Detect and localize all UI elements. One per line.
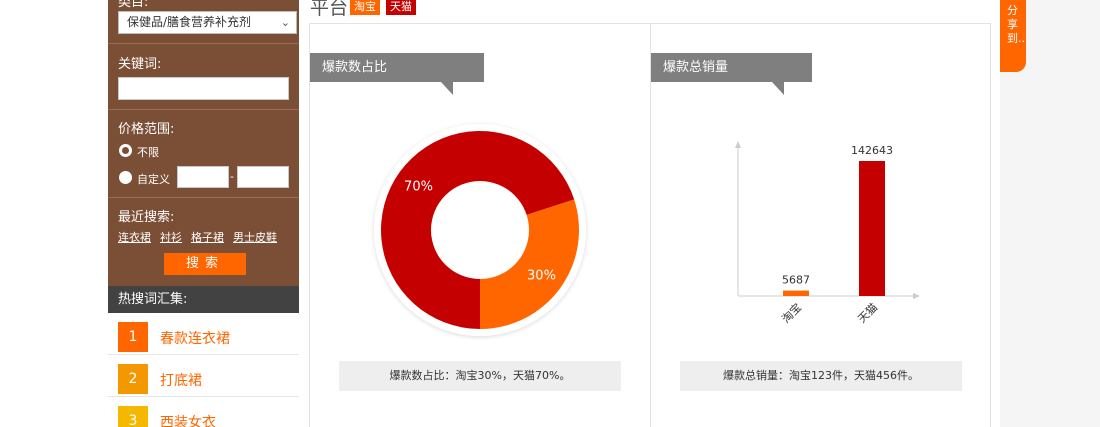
search-button[interactable]: 搜索 — [164, 253, 246, 275]
price-dash: - — [230, 170, 234, 183]
price-any-radio[interactable] — [119, 144, 132, 157]
rank-badge: 2 — [118, 364, 148, 394]
recent-search-link[interactable]: 衬衫 — [160, 231, 182, 244]
price-range-label: 价格范围: — [118, 122, 175, 137]
page-root: 类目: 保健品/膳食营养补充剂 ⌄ 关键词: 价格范围: 不限 自定义 - 最近… — [0, 0, 1100, 427]
hot-keywords-list: 1 春款连衣裙 2 打底裙 3 西装女衣 — [108, 313, 299, 427]
x-tick-label: 天猫 — [855, 301, 880, 326]
keyword-input[interactable] — [118, 77, 289, 100]
panel-tab-share-ratio: 爆款数占比 — [310, 53, 484, 82]
share-label: 分享到... — [1007, 4, 1029, 45]
x-tick-label: 淘宝 — [779, 300, 804, 325]
price-any-label: 不限 — [137, 146, 159, 159]
rank-badge: 1 — [118, 322, 148, 352]
taobao-tag[interactable]: 淘宝 — [350, 0, 380, 15]
category-label: 类目: — [118, 0, 149, 10]
recent-search-label: 最近搜索: — [118, 210, 175, 225]
pie-slice-label: 30% — [527, 269, 556, 284]
divider — [108, 197, 299, 198]
hot-keyword-text[interactable]: 春款连衣裙 — [160, 328, 230, 348]
bar-value-label: 5687 — [782, 274, 810, 287]
recent-search-link[interactable]: 格子裙 — [191, 231, 224, 244]
share-ratio-donut-chart: 30% 70% — [374, 124, 586, 336]
panel-tab-total-sales: 爆款总销量 — [651, 53, 812, 82]
divider — [108, 109, 299, 110]
recent-search-link[interactable]: 男士皮鞋 — [233, 231, 277, 244]
share-ratio-caption: 爆款数占比：淘宝30%，天猫70%。 — [339, 361, 621, 391]
keyword-label: 关键词: — [118, 57, 162, 72]
bar-1 — [783, 290, 809, 296]
hot-keyword-item[interactable]: 3 西装女衣 — [108, 397, 299, 427]
search-sidebar: 类目: 保健品/膳食营养补充剂 ⌄ 关键词: 价格范围: 不限 自定义 - 最近… — [108, 0, 299, 427]
y-axis-arrow — [735, 141, 741, 148]
hot-keyword-item[interactable]: 2 打底裙 — [108, 355, 299, 397]
bar-value-label: 142643 — [851, 144, 893, 157]
price-custom-label: 自定义 — [137, 173, 170, 186]
recent-search-link[interactable]: 连衣裙 — [118, 231, 151, 244]
price-max-input[interactable] — [237, 166, 289, 188]
hot-keyword-text[interactable]: 打底裙 — [160, 370, 202, 390]
total-sales-bar-chart: 5687 淘宝 142643 天猫 — [735, 141, 920, 326]
chevron-down-icon: ⌄ — [280, 16, 290, 29]
category-select[interactable]: 保健品/膳食营养补充剂 ⌄ — [118, 11, 297, 34]
pie-slice-label: 70% — [404, 179, 433, 194]
rank-badge: 3 — [118, 406, 148, 427]
x-axis-arrow — [913, 293, 920, 299]
hot-keywords-title: 热搜词汇集: — [108, 286, 299, 313]
tab-pointer — [772, 82, 784, 95]
total-sales-caption: 爆款总销量：淘宝123件，天猫456件。 — [680, 361, 962, 391]
donut-hole — [431, 181, 529, 279]
page-title: 平台 — [310, 0, 349, 19]
bar-2 — [859, 161, 885, 296]
divider — [108, 43, 299, 44]
recent-search-list: 连衣裙 衬衫 格子裙 男士皮鞋 — [118, 229, 286, 245]
price-custom-radio[interactable] — [119, 171, 132, 184]
price-min-input[interactable] — [177, 166, 229, 188]
search-filter-panel: 类目: 保健品/膳食营养补充剂 ⌄ 关键词: 价格范围: 不限 自定义 - 最近… — [108, 0, 299, 286]
panel-divider — [650, 24, 651, 427]
share-tab[interactable]: 分享到... — [1000, 0, 1029, 72]
category-select-value: 保健品/膳食营养补充剂 — [127, 15, 252, 29]
tab-pointer — [441, 82, 453, 95]
tmall-tag[interactable]: 天猫 — [386, 0, 416, 15]
hot-keyword-item[interactable]: 1 春款连衣裙 — [108, 313, 299, 355]
hot-keyword-text[interactable]: 西装女衣 — [160, 412, 216, 427]
